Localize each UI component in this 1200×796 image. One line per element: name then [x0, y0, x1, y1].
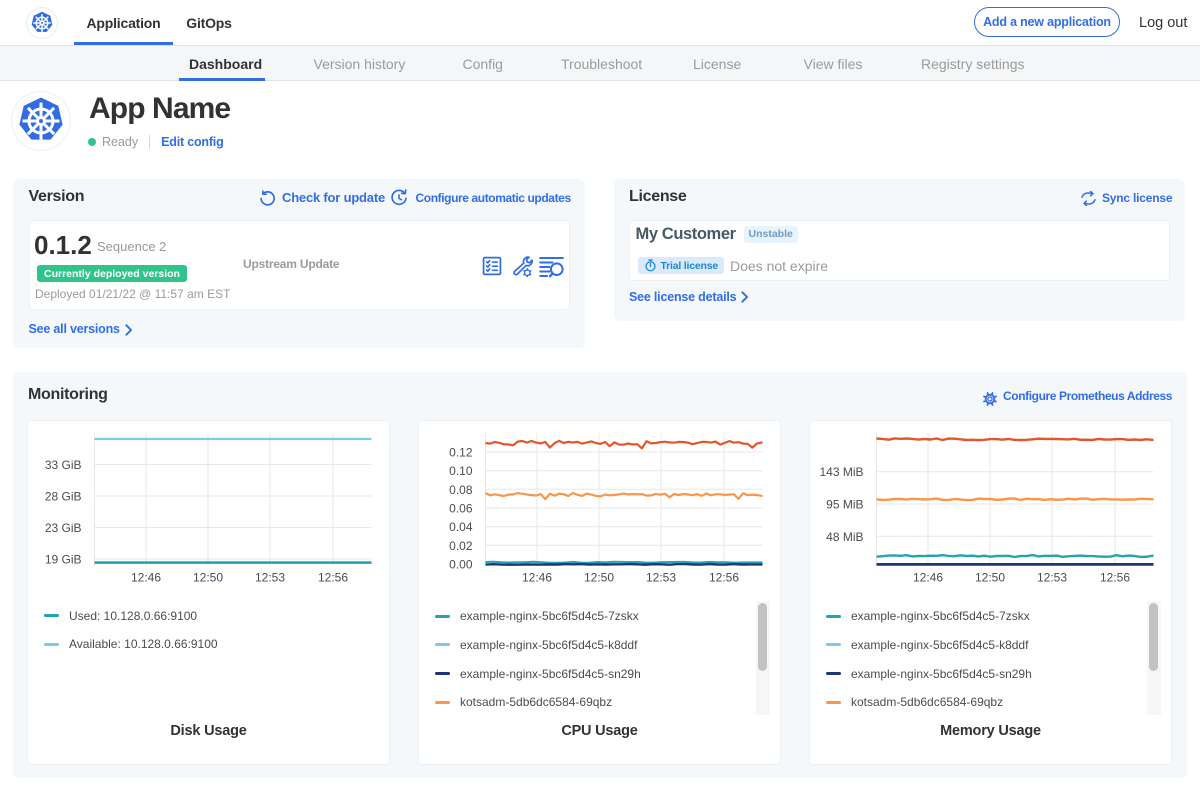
- svg-text:0.04: 0.04: [449, 520, 473, 534]
- svg-text:0.00: 0.00: [449, 558, 473, 572]
- svg-text:33 GiB: 33 GiB: [45, 458, 82, 472]
- svg-text:0.08: 0.08: [449, 483, 473, 497]
- svg-text:0.02: 0.02: [449, 539, 473, 553]
- svg-text:0.06: 0.06: [449, 502, 473, 516]
- svg-text:48 MiB: 48 MiB: [826, 530, 863, 544]
- svg-text:12:56: 12:56: [1100, 571, 1130, 585]
- svg-text:12:50: 12:50: [975, 571, 1005, 585]
- svg-text:0.12: 0.12: [449, 446, 473, 460]
- svg-text:12:46: 12:46: [522, 571, 552, 585]
- svg-text:12:56: 12:56: [318, 571, 348, 585]
- svg-text:12:53: 12:53: [646, 571, 676, 585]
- svg-text:143 MiB: 143 MiB: [819, 465, 863, 479]
- svg-text:23 GiB: 23 GiB: [45, 521, 82, 535]
- svg-text:12:56: 12:56: [709, 571, 739, 585]
- svg-text:12:50: 12:50: [193, 571, 223, 585]
- svg-text:95 MiB: 95 MiB: [826, 498, 863, 512]
- svg-text:0.10: 0.10: [449, 464, 473, 478]
- svg-text:12:46: 12:46: [131, 571, 161, 585]
- svg-text:12:46: 12:46: [913, 571, 943, 585]
- svg-text:12:53: 12:53: [1037, 571, 1067, 585]
- svg-text:19 GiB: 19 GiB: [45, 553, 82, 567]
- svg-text:28 GiB: 28 GiB: [45, 490, 82, 504]
- svg-text:12:53: 12:53: [255, 571, 285, 585]
- svg-text:12:50: 12:50: [584, 571, 614, 585]
